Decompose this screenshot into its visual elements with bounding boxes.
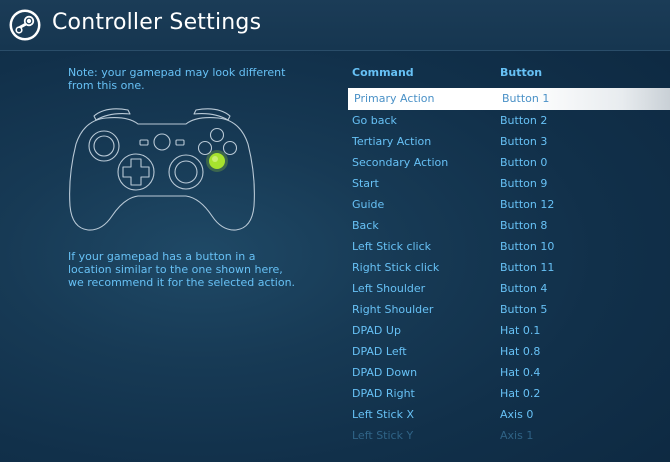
command-label: Guide [352, 198, 385, 211]
button-label: Button 0 [500, 156, 548, 169]
button-label: Button 3 [500, 135, 548, 148]
command-row[interactable]: Right Stick click Button 11 [348, 257, 670, 278]
command-row[interactable]: Start Button 9 [348, 173, 670, 194]
command-row[interactable]: Right Shoulder Button 5 [348, 299, 670, 320]
button-label: Axis 1 [500, 429, 534, 442]
button-label: Button 8 [500, 219, 548, 232]
command-label: Left Stick click [352, 240, 432, 253]
window-title: Controller Settings [52, 10, 262, 35]
command-row[interactable]: Left Stick X Axis 0 [348, 404, 670, 425]
button-label: Button 12 [500, 198, 555, 211]
command-label: Primary Action [354, 92, 435, 105]
steam-logo-icon [9, 9, 41, 41]
command-row[interactable]: DPAD Right Hat 0.2 [348, 383, 670, 404]
command-label: Tertiary Action [352, 135, 432, 148]
command-label: DPAD Right [352, 387, 415, 400]
command-label: Left Stick Y [352, 429, 414, 442]
command-row[interactable]: DPAD Up Hat 0.1 [348, 320, 670, 341]
button-label: Hat 0.2 [500, 387, 541, 400]
button-label: Axis 0 [500, 408, 534, 421]
command-label: DPAD Down [352, 366, 418, 379]
command-label: Right Shoulder [352, 303, 434, 316]
command-label: DPAD Left [352, 345, 407, 358]
command-row[interactable]: Back Button 8 [348, 215, 670, 236]
command-label: Go back [352, 114, 397, 127]
button-label: Button 1 [502, 92, 550, 105]
command-label: Back [352, 219, 379, 232]
title-bar: Controller Settings [0, 0, 670, 51]
command-row[interactable]: Guide Button 12 [348, 194, 670, 215]
command-row[interactable]: Left Shoulder Button 4 [348, 278, 670, 299]
command-label: DPAD Up [352, 324, 401, 337]
command-label: Secondary Action [352, 156, 449, 169]
command-label: Left Stick X [352, 408, 414, 421]
button-label: Button 5 [500, 303, 548, 316]
button-label: Hat 0.8 [500, 345, 541, 358]
button-label: Button 11 [500, 261, 555, 274]
command-row[interactable]: DPAD Left Hat 0.8 [348, 341, 670, 362]
command-row[interactable]: Left Stick Y Axis 1 [348, 425, 670, 446]
column-header-button: Button [500, 66, 543, 79]
command-row[interactable]: Secondary Action Button 0 [348, 152, 670, 173]
command-label: Start [352, 177, 379, 190]
button-label: Button 10 [500, 240, 555, 253]
command-row[interactable]: Primary Action Button 1 [348, 88, 670, 110]
command-row[interactable]: Left Stick click Button 10 [348, 236, 670, 257]
command-label: Left Shoulder [352, 282, 426, 295]
command-row[interactable]: Tertiary Action Button 3 [348, 131, 670, 152]
command-list: Primary Action Button 1 Go back Button 2… [0, 88, 670, 462]
button-label: Hat 0.1 [500, 324, 541, 337]
button-label: Button 9 [500, 177, 548, 190]
button-label: Hat 0.4 [500, 366, 541, 379]
column-header-command: Command [352, 66, 414, 79]
button-label: Button 4 [500, 282, 548, 295]
command-row[interactable]: DPAD Down Hat 0.4 [348, 362, 670, 383]
button-label: Button 2 [500, 114, 548, 127]
command-label: Right Stick click [352, 261, 440, 274]
command-row[interactable]: Go back Button 2 [348, 110, 670, 131]
